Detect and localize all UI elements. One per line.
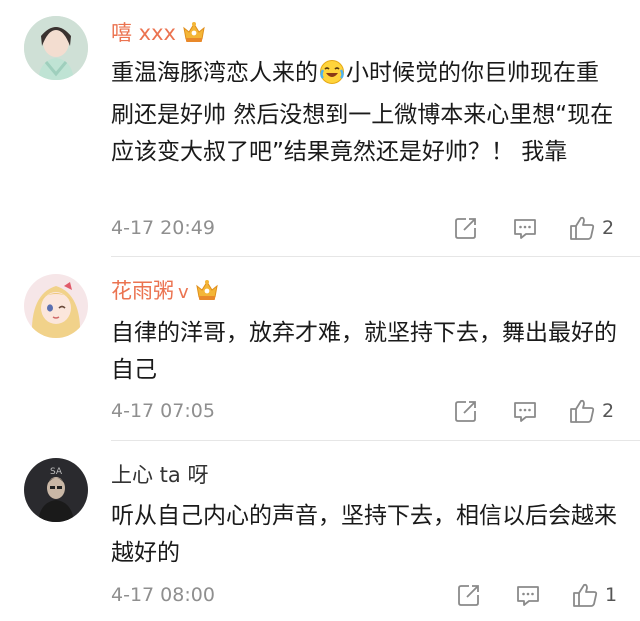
share-icon bbox=[455, 401, 476, 422]
comment-icon bbox=[514, 219, 536, 239]
divider bbox=[111, 256, 640, 257]
comment-time: 4-17 20:49 bbox=[111, 217, 215, 239]
username-text[interactable]: 花雨粥 bbox=[111, 279, 174, 303]
svg-text:SA: SA bbox=[50, 467, 63, 477]
thumbs-up-icon bbox=[570, 399, 595, 423]
like-count: 2 bbox=[602, 217, 615, 239]
username-text[interactable]: 嘻 xxx bbox=[111, 21, 176, 45]
avatar[interactable]: SA bbox=[24, 458, 88, 522]
share-button[interactable] bbox=[456, 580, 482, 610]
share-button[interactable] bbox=[453, 213, 479, 243]
comment-icon bbox=[517, 586, 539, 606]
comment-text-part1: 重温海豚湾恋人来的 bbox=[111, 60, 318, 86]
thumbs-up-icon bbox=[570, 216, 595, 240]
comment-item: 嘻 xxx 重温海豚湾恋人来的 小时候觉的你巨帅现在重刷还是好帅 然后没想到一上… bbox=[0, 0, 640, 265]
comment-time: 4-17 08:00 bbox=[111, 584, 215, 606]
crown-badge-icon bbox=[182, 21, 206, 51]
reply-button[interactable] bbox=[512, 213, 538, 243]
username-text[interactable]: 上心 ta 呀 bbox=[111, 463, 208, 487]
share-button[interactable] bbox=[453, 396, 479, 426]
comment-time: 4-17 07:05 bbox=[111, 400, 215, 422]
like-button[interactable]: 2 bbox=[568, 396, 614, 426]
like-button[interactable]: 1 bbox=[571, 580, 617, 610]
avatar[interactable] bbox=[24, 274, 88, 338]
avatar[interactable] bbox=[24, 16, 88, 80]
crown-badge-icon bbox=[195, 279, 219, 309]
reply-button[interactable] bbox=[515, 580, 541, 610]
comment-text: 听从自己内心的声音，坚持下去，相信以后会越来越好的 bbox=[111, 503, 617, 566]
comment-username[interactable]: 上心 ta 呀 bbox=[111, 460, 208, 490]
laughing-crying-emoji-icon bbox=[319, 59, 345, 97]
verified-tag: v bbox=[178, 282, 189, 303]
like-count: 2 bbox=[602, 400, 615, 422]
thumbs-up-icon bbox=[573, 583, 598, 607]
divider bbox=[111, 440, 640, 441]
comment-icon bbox=[514, 402, 536, 422]
share-icon bbox=[455, 218, 476, 239]
comment-username[interactable]: 花雨粥 v bbox=[111, 276, 219, 306]
like-count: 1 bbox=[605, 584, 618, 606]
comment-username[interactable]: 嘻 xxx bbox=[111, 18, 206, 48]
like-button[interactable]: 2 bbox=[568, 213, 614, 243]
comment-text: 自律的洋哥，放弃才难，就坚持下去，舞出最好的自己 bbox=[111, 320, 617, 383]
comment-text: 重温海豚湾恋人来的 小时候觉的你巨帅现在重刷还是好帅 然后没想到一上微博本来心里… bbox=[111, 55, 621, 171]
reply-button[interactable] bbox=[512, 396, 538, 426]
share-icon bbox=[458, 585, 479, 606]
